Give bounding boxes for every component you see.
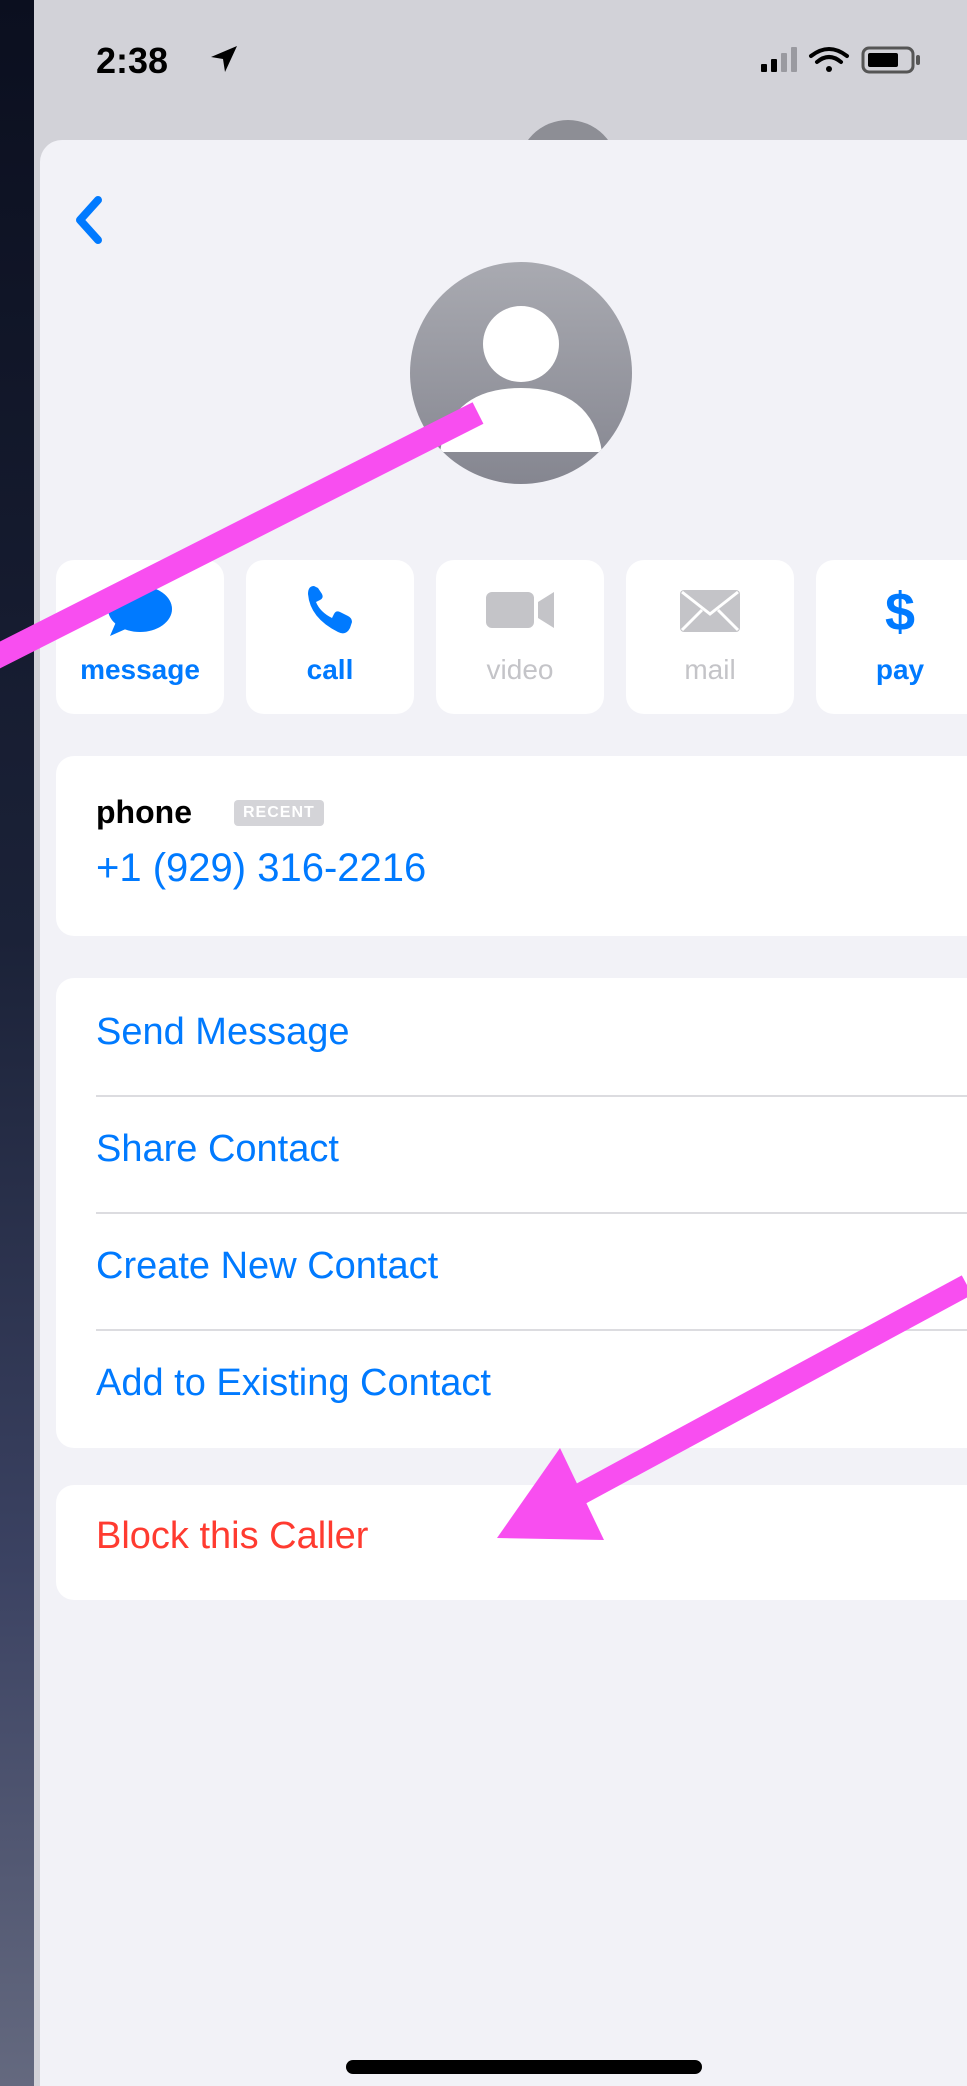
avatar[interactable] [410,262,632,484]
send-message-label: Send Message [96,1011,350,1053]
pay-label: pay [875,654,925,685]
chevron-left-icon[interactable] [60,180,120,260]
phone-label: phone [96,794,192,830]
video-button[interactable]: video [436,560,604,714]
mail-button[interactable]: mail [626,560,794,714]
share-contact-label: Share Contact [96,1128,339,1170]
contact-options-list: Send Message Share Contact Create New Co… [56,978,967,1448]
dollar-icon: $ [885,582,915,636]
add-to-existing-contact-label: Add to Existing Contact [96,1362,491,1404]
status-time: 2:38 [96,40,169,81]
video-label: video [486,654,554,685]
add-to-existing-contact-row[interactable]: Add to Existing Contact [96,1329,967,1446]
status-icons [761,46,920,74]
phone-screen: 2:38 message call video mail $ pay phone… [34,0,967,2086]
contact-sheet: message call video mail $ pay phone RECE… [40,140,967,2086]
mail-label: mail [684,654,736,685]
svg-text:$: $ [885,582,915,636]
envelope-icon [680,590,740,632]
share-contact-row[interactable]: Share Contact [96,1095,967,1214]
person-silhouette-icon [440,306,602,452]
create-new-contact-label: Create New Contact [96,1245,439,1287]
message-label: message [80,654,200,685]
location-arrow-icon [211,46,237,72]
phone-icon [308,586,352,634]
message-button[interactable]: message [56,560,224,714]
home-indicator[interactable] [346,2060,702,2074]
action-buttons: message call video mail $ pay [56,560,967,720]
send-message-row[interactable]: Send Message [96,978,967,1097]
pay-button[interactable]: $ pay [816,560,967,714]
wifi-icon [809,47,849,72]
block-caller-button[interactable]: Block this Caller [56,1485,967,1600]
recent-badge: RECENT [234,800,324,826]
battery-icon [861,46,920,74]
status-bar: 2:38 [34,0,967,130]
call-button[interactable]: call [246,560,414,714]
cellular-signal-icon [761,47,797,72]
create-new-contact-row[interactable]: Create New Contact [96,1212,967,1331]
video-camera-icon [486,592,554,628]
block-caller-label: Block this Caller [96,1515,369,1557]
call-label: call [306,654,354,685]
message-bubble-icon [108,586,172,636]
phone-number[interactable]: +1 (929) 316-2216 [96,846,426,891]
phone-number-card[interactable]: phone RECENT +1 (929) 316-2216 [56,756,967,936]
